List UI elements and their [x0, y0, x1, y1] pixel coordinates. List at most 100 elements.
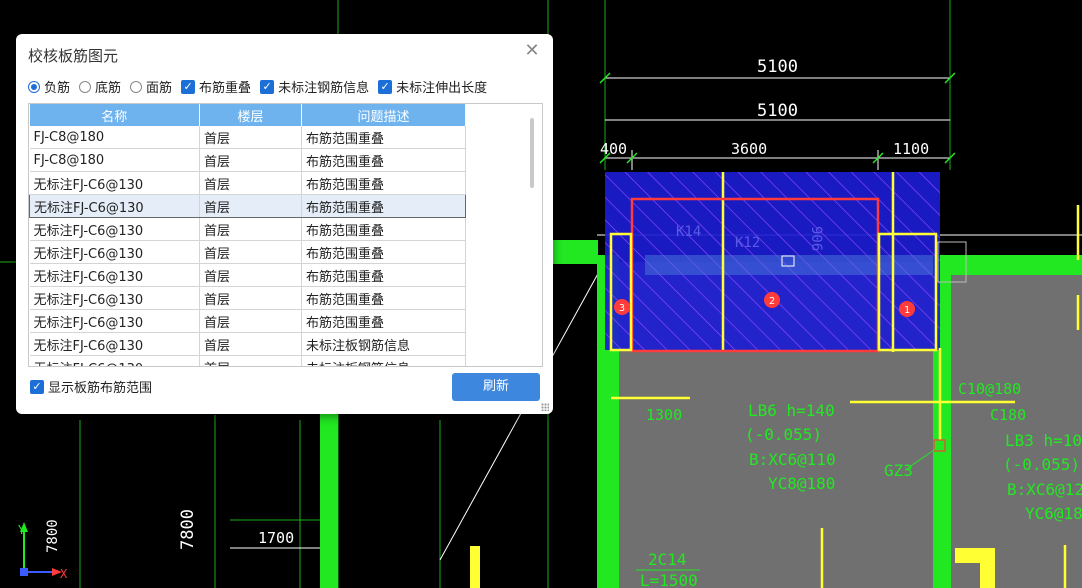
check-icon[interactable]: ✓	[260, 79, 275, 94]
slab-label-left-4: YC8@180	[768, 474, 835, 493]
table-cell: 布筋范围重叠	[301, 309, 466, 333]
issue-marker-1[interactable]: 1	[899, 301, 915, 317]
option-label: 未标注钢筋信息	[278, 81, 370, 96]
svg-text:2: 2	[769, 296, 775, 307]
hatch-label-906: 906	[808, 226, 824, 251]
scrollbar-thumb[interactable]	[530, 118, 534, 188]
table-cell: 无标注FJ-C6@130	[29, 194, 200, 218]
table-cell: 布筋范围重叠	[301, 286, 466, 310]
column-header[interactable]: 楼层	[199, 104, 302, 126]
dim-left-vertical: 7800	[178, 509, 198, 550]
table-row[interactable]: 无标注FJ-C6@130 首层 布筋范围重叠	[29, 309, 466, 333]
radio-dot-icon[interactable]	[130, 80, 143, 93]
table-cell: 布筋范围重叠	[301, 171, 466, 195]
table-row[interactable]: 无标注FJ-C6@130 首层 布筋范围重叠	[29, 217, 466, 241]
yellow-block-bottom	[470, 546, 480, 588]
table-cell: 首层	[199, 332, 302, 356]
slab-label-right-3: B:XC6@120	[1007, 480, 1082, 499]
table-cell: 首层	[199, 355, 302, 366]
check-icon[interactable]: ✓	[30, 379, 44, 394]
table-cell: 首层	[199, 126, 302, 149]
svg-text:Y: Y	[18, 523, 26, 537]
radio-bottom-rebar[interactable]: 底筋	[79, 77, 121, 96]
table-row[interactable]: FJ-C8@180 首层 布筋范围重叠	[29, 126, 466, 149]
table-cell: 布筋范围重叠	[301, 126, 466, 149]
slab-label-right-1: LB3 h=100	[1005, 431, 1082, 450]
close-icon[interactable]: ✕	[523, 42, 541, 60]
table-row[interactable]: 无标注FJ-C6@130首层未标注板钢筋信息	[29, 355, 466, 366]
table-cell: 无标注FJ-C6@130	[29, 332, 200, 356]
check-icon[interactable]: ✓	[181, 79, 196, 94]
table-cell: 首层	[199, 309, 302, 333]
rebar-label-left-small: 1300	[646, 406, 682, 424]
table-cell: 布筋范围重叠	[301, 148, 466, 172]
table-cell: 首层	[199, 194, 302, 218]
issue-marker-3[interactable]: 3	[614, 299, 630, 315]
bottom-rebar-label-2: L=1500	[640, 571, 698, 588]
table-row[interactable]: 无标注FJ-C6@130 首层 布筋范围重叠	[29, 194, 466, 218]
option-label: 布筋重叠	[199, 81, 252, 96]
table-row[interactable]: 无标注FJ-C6@130 首层 布筋范围重叠	[29, 286, 466, 310]
table-cell: 首层	[199, 263, 302, 287]
dim-axis-vertical: 7800	[45, 519, 61, 553]
column-header[interactable]: 问题描述	[301, 104, 466, 126]
svg-text:X: X	[60, 567, 68, 581]
option-label: 底筋	[95, 81, 122, 96]
table-cell: FJ-C8@180	[29, 148, 200, 172]
table-cell: FJ-C8@180	[29, 126, 200, 149]
table-row[interactable]: 无标注FJ-C6@130 首层 布筋范围重叠	[29, 240, 466, 264]
check-icon[interactable]: ✓	[378, 79, 393, 94]
show-range-label: 显示板筋布筋范围	[48, 381, 153, 396]
table-cell: 首层	[199, 148, 302, 172]
table-row[interactable]: 无标注FJ-C6@130首层未标注板钢筋信息	[29, 332, 466, 356]
refresh-button[interactable]: 刷新	[452, 373, 540, 401]
slab-label-left-1: LB6 h=140	[748, 401, 835, 420]
table-header: 名称 楼层 问题描述	[29, 104, 466, 126]
hatch-label-k14: K14	[676, 224, 701, 240]
table-cell: 未标注板钢筋信息	[301, 332, 466, 356]
checkbox-missing-length[interactable]: ✓ 未标注伸出长度	[378, 77, 487, 96]
option-label: 未标注伸出长度	[396, 81, 488, 96]
table-cell: 首层	[199, 286, 302, 310]
dim-seg-right: 1100	[893, 140, 929, 158]
resize-grip-icon[interactable]	[541, 403, 549, 411]
checkbox-missing-info[interactable]: ✓ 未标注钢筋信息	[260, 77, 369, 96]
table-cell: 未标注板钢筋信息	[301, 355, 466, 366]
table-cell: 首层	[199, 217, 302, 241]
slab-label-right-2: (-0.055)	[1003, 455, 1080, 474]
gz-label: GZ3	[884, 461, 913, 480]
rebar-label-right-top2: C180	[990, 406, 1026, 424]
dim-bottom-seg: 1700	[258, 529, 294, 547]
table-row[interactable]: 无标注FJ-C6@130 首层 布筋范围重叠	[29, 263, 466, 287]
svg-text:1: 1	[904, 305, 910, 316]
dim-seg-left: 400	[600, 140, 627, 158]
slab-label-right-4: YC6@180	[1025, 504, 1082, 523]
table-cell: 首层	[199, 171, 302, 195]
table-row[interactable]: 无标注FJ-C6@130 首层 布筋范围重叠	[29, 171, 466, 195]
issue-marker-2[interactable]: 2	[764, 292, 780, 308]
radio-dot-icon[interactable]	[79, 80, 92, 93]
table-cell: 首层	[199, 240, 302, 264]
vertical-scrollbar[interactable]	[522, 104, 542, 366]
table-row[interactable]: FJ-C8@180 首层 布筋范围重叠	[29, 148, 466, 172]
hatch-label-k12: K12	[735, 235, 760, 251]
radio-top-rebar[interactable]: 面筋	[130, 77, 172, 96]
option-label: 面筋	[146, 81, 173, 96]
table-cell: 无标注FJ-C6@130	[29, 217, 200, 241]
radio-dot-icon[interactable]	[28, 80, 40, 93]
checkbox-overlap[interactable]: ✓ 布筋重叠	[181, 77, 251, 96]
issue-table: 名称 楼层 问题描述 FJ-C8@180 首层 布筋范围重叠 FJ-C8@180 首层布…	[28, 103, 543, 367]
table-cell: 无标注FJ-C6@130	[29, 263, 200, 287]
rebar-label-right-top: C10@180	[958, 380, 1021, 398]
svg-text:3: 3	[619, 303, 625, 314]
filter-options: 负筋 底筋 面筋 ✓ 布筋重叠 ✓ 未标注钢筋信息 ✓ 未标注伸出长度	[28, 77, 496, 96]
table-cell: 无标注FJ-C6@130	[29, 171, 200, 195]
checkbox-show-range[interactable]: ✓ 显示板筋布筋范围	[30, 377, 152, 396]
column-header[interactable]: 名称	[29, 104, 200, 126]
table-cell: 无标注FJ-C6@130	[29, 240, 200, 264]
dim-top-total-b: 5100	[757, 101, 798, 121]
table-cell: 无标注FJ-C6@130	[29, 355, 200, 366]
radio-negative-rebar[interactable]: 负筋	[28, 77, 70, 96]
table-cell: 布筋范围重叠	[301, 263, 466, 287]
table-cell: 无标注FJ-C6@130	[29, 286, 200, 310]
